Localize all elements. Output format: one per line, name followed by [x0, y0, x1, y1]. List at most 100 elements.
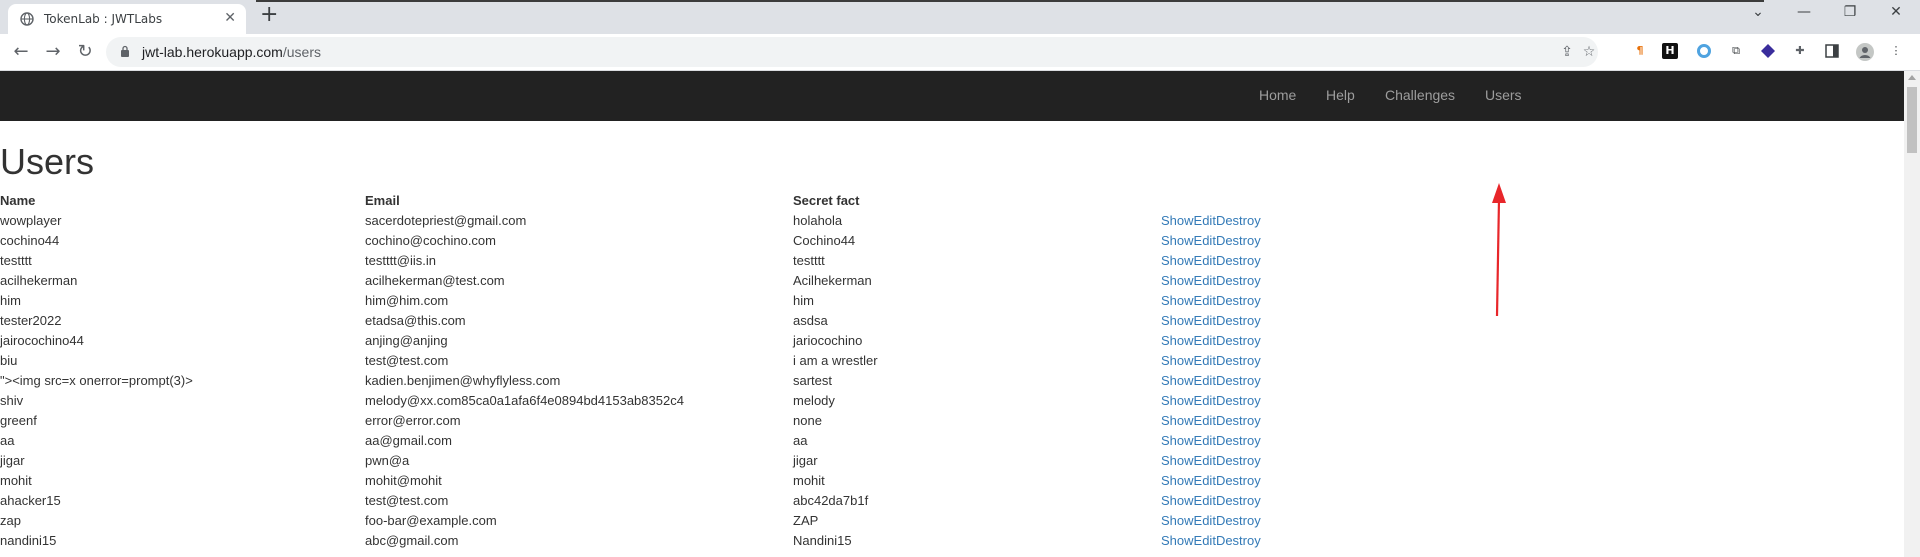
show-link[interactable]: Show: [1161, 513, 1194, 528]
show-link[interactable]: Show: [1161, 433, 1194, 448]
user-name: cochino44: [0, 233, 60, 248]
scrollbar-thumb[interactable]: [1907, 87, 1917, 153]
destroy-link[interactable]: Destroy: [1216, 393, 1261, 408]
window-close-icon[interactable]: ✕: [1884, 4, 1908, 20]
header-email: Email: [365, 193, 400, 208]
show-link[interactable]: Show: [1161, 393, 1194, 408]
edit-link[interactable]: Edit: [1194, 413, 1216, 428]
new-tab-button[interactable]: +: [260, 2, 278, 27]
show-link[interactable]: Show: [1161, 493, 1194, 508]
page-scrollbar[interactable]: [1904, 71, 1920, 557]
user-email: mohit@mohit: [365, 473, 442, 488]
pilcrow-extension-icon[interactable]: ¶: [1632, 43, 1648, 59]
url-path: /users: [282, 44, 321, 60]
address-bar[interactable]: jwt-lab.herokuapp.com/users ⇪ ☆: [106, 37, 1598, 67]
nav-challenges[interactable]: Challenges: [1385, 87, 1455, 103]
show-link[interactable]: Show: [1161, 313, 1194, 328]
destroy-link[interactable]: Destroy: [1216, 373, 1261, 388]
bookmark-star-icon[interactable]: ☆: [1580, 43, 1598, 61]
show-link[interactable]: Show: [1161, 293, 1194, 308]
user-secret-fact: ZAP: [793, 513, 819, 528]
edit-link[interactable]: Edit: [1194, 393, 1216, 408]
edit-link[interactable]: Edit: [1194, 313, 1216, 328]
capture-extension-icon[interactable]: ⧉: [1728, 43, 1744, 59]
diamond-extension-icon[interactable]: [1760, 43, 1776, 59]
nav-home[interactable]: Home: [1259, 87, 1296, 103]
menu-kebab-icon[interactable]: ⋮: [1888, 43, 1904, 59]
edit-link[interactable]: Edit: [1194, 273, 1216, 288]
show-link[interactable]: Show: [1161, 253, 1194, 268]
show-link[interactable]: Show: [1161, 453, 1194, 468]
nav-users[interactable]: Users: [1485, 87, 1522, 103]
url-text: jwt-lab.herokuapp.com/users: [142, 44, 321, 60]
back-icon[interactable]: ←: [10, 41, 32, 63]
edit-link[interactable]: Edit: [1194, 373, 1216, 388]
user-secret-fact: Nandini15: [793, 533, 852, 548]
edit-link[interactable]: Edit: [1194, 353, 1216, 368]
destroy-link[interactable]: Destroy: [1216, 233, 1261, 248]
edit-link[interactable]: Edit: [1194, 433, 1216, 448]
puzzle-icon[interactable]: ✚: [1792, 43, 1808, 59]
h-extension-icon[interactable]: H: [1662, 43, 1678, 59]
destroy-link[interactable]: Destroy: [1216, 413, 1261, 428]
scroll-up-icon[interactable]: [1908, 75, 1916, 80]
lock-icon: [121, 45, 129, 57]
show-link[interactable]: Show: [1161, 473, 1194, 488]
destroy-link[interactable]: Destroy: [1216, 493, 1261, 508]
browser-tab[interactable]: TokenLab : JWTLabs ✕: [8, 4, 246, 34]
edit-link[interactable]: Edit: [1194, 333, 1216, 348]
minimize-icon[interactable]: —: [1792, 4, 1816, 20]
table-row: nandini15 abc@gmail.com Nandini15 ShowEditD…: [0, 533, 1400, 553]
user-name: aa: [0, 433, 15, 448]
show-link[interactable]: Show: [1161, 373, 1194, 388]
show-link[interactable]: Show: [1161, 533, 1194, 548]
share-icon[interactable]: ⇪: [1558, 43, 1576, 61]
show-link[interactable]: Show: [1161, 353, 1194, 368]
user-secret-fact: jigar: [793, 453, 818, 468]
tab-search-icon[interactable]: ⌄: [1746, 4, 1770, 20]
edit-link[interactable]: Edit: [1194, 213, 1216, 228]
destroy-link[interactable]: Destroy: [1216, 533, 1261, 548]
destroy-link[interactable]: Destroy: [1216, 293, 1261, 308]
show-link[interactable]: Show: [1161, 233, 1194, 248]
nav-help[interactable]: Help: [1326, 87, 1355, 103]
show-link[interactable]: Show: [1161, 273, 1194, 288]
destroy-link[interactable]: Destroy: [1216, 353, 1261, 368]
edit-link[interactable]: Edit: [1194, 293, 1216, 308]
user-email: abc@gmail.com: [365, 533, 459, 548]
edit-link[interactable]: Edit: [1194, 473, 1216, 488]
destroy-link[interactable]: Destroy: [1216, 433, 1261, 448]
close-icon[interactable]: ✕: [224, 10, 236, 26]
destroy-link[interactable]: Destroy: [1216, 513, 1261, 528]
destroy-link[interactable]: Destroy: [1216, 253, 1261, 268]
side-panel-icon[interactable]: [1824, 43, 1840, 59]
destroy-link[interactable]: Destroy: [1216, 333, 1261, 348]
user-secret-fact: abc42da7b1f: [793, 493, 869, 508]
url-host: jwt-lab.herokuapp.com: [142, 44, 283, 60]
show-link[interactable]: Show: [1161, 333, 1194, 348]
profile-avatar-icon[interactable]: [1856, 43, 1874, 61]
destroy-link[interactable]: Destroy: [1216, 213, 1261, 228]
edit-link[interactable]: Edit: [1194, 533, 1216, 548]
destroy-link[interactable]: Destroy: [1216, 473, 1261, 488]
destroy-link[interactable]: Destroy: [1216, 273, 1261, 288]
destroy-link[interactable]: Destroy: [1216, 453, 1261, 468]
table-row: him him@him.com him ShowEditDestroy: [0, 293, 1400, 313]
edit-link[interactable]: Edit: [1194, 493, 1216, 508]
maximize-icon[interactable]: ❐: [1838, 4, 1862, 20]
edit-link[interactable]: Edit: [1194, 513, 1216, 528]
destroy-link[interactable]: Destroy: [1216, 313, 1261, 328]
edit-link[interactable]: Edit: [1194, 453, 1216, 468]
table-row: cochino44 cochino@cochino.com Cochino44 Sho…: [0, 233, 1400, 253]
show-link[interactable]: Show: [1161, 213, 1194, 228]
row-actions: ShowEditDestroy: [1161, 333, 1261, 348]
edit-link[interactable]: Edit: [1194, 233, 1216, 248]
ring-extension-icon[interactable]: [1696, 43, 1712, 59]
user-email: testttt@iis.in: [365, 253, 436, 268]
user-secret-fact: jariocochino: [793, 333, 863, 348]
edit-link[interactable]: Edit: [1194, 253, 1216, 268]
reload-icon[interactable]: ↻: [74, 41, 96, 63]
forward-icon[interactable]: →: [42, 41, 64, 63]
user-email: test@test.com: [365, 353, 449, 368]
show-link[interactable]: Show: [1161, 413, 1194, 428]
